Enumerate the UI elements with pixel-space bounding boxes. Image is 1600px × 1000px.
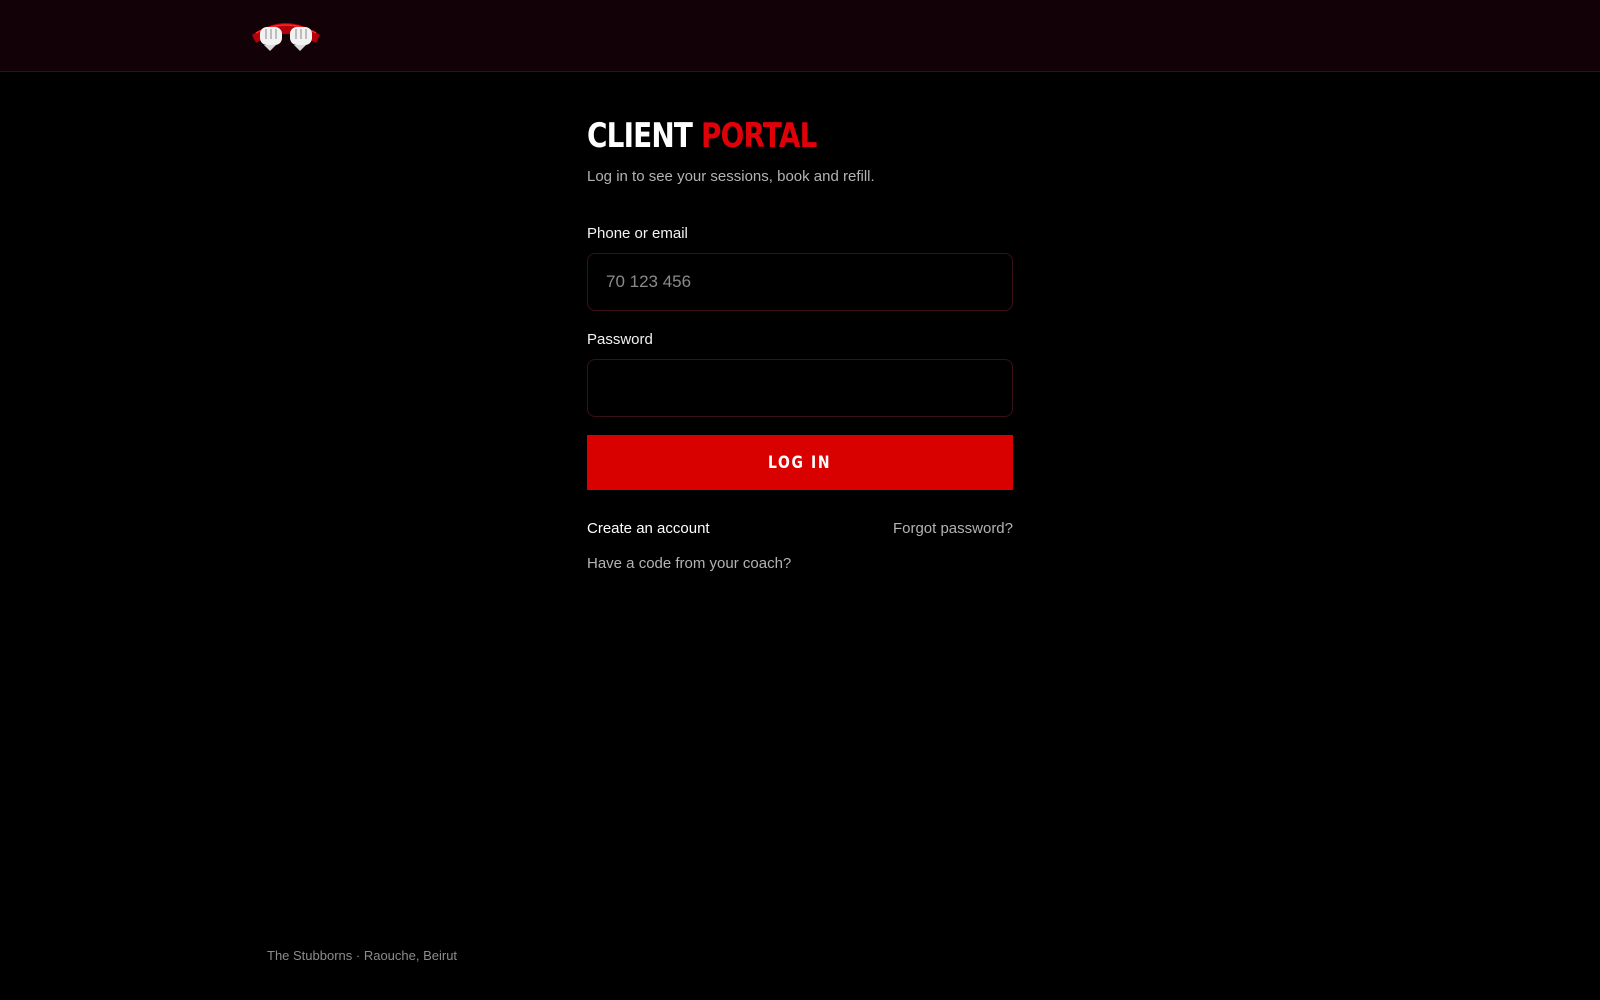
footer-text: The Stubborns · Raouche, Beirut: [267, 948, 458, 963]
login-button[interactable]: LOG IN: [587, 435, 1013, 490]
title-client: CLIENT: [587, 116, 693, 156]
top-bar: [0, 0, 1600, 72]
password-input[interactable]: [587, 359, 1013, 417]
login-panel: CLIENT PORTAL Log in to see your session…: [587, 112, 1013, 574]
forgot-password-link[interactable]: Forgot password?: [893, 519, 1013, 539]
coach-code-link[interactable]: Have a code from your coach?: [587, 554, 791, 574]
auth-links-row: Create an account Forgot password?: [587, 519, 1013, 539]
phone-email-label: Phone or email: [587, 225, 688, 242]
create-account-link[interactable]: Create an account: [587, 519, 710, 539]
title-portal: PORTAL: [700, 116, 817, 156]
page-subtitle: Log in to see your sessions, book and re…: [587, 168, 875, 185]
brand-logo[interactable]: [246, 13, 326, 55]
page-title: CLIENT PORTAL: [587, 112, 936, 160]
password-label: Password: [587, 331, 653, 348]
fists-logo-icon: [252, 23, 320, 51]
login-button-label: LOG IN: [768, 452, 832, 473]
phone-email-input[interactable]: [587, 253, 1013, 311]
